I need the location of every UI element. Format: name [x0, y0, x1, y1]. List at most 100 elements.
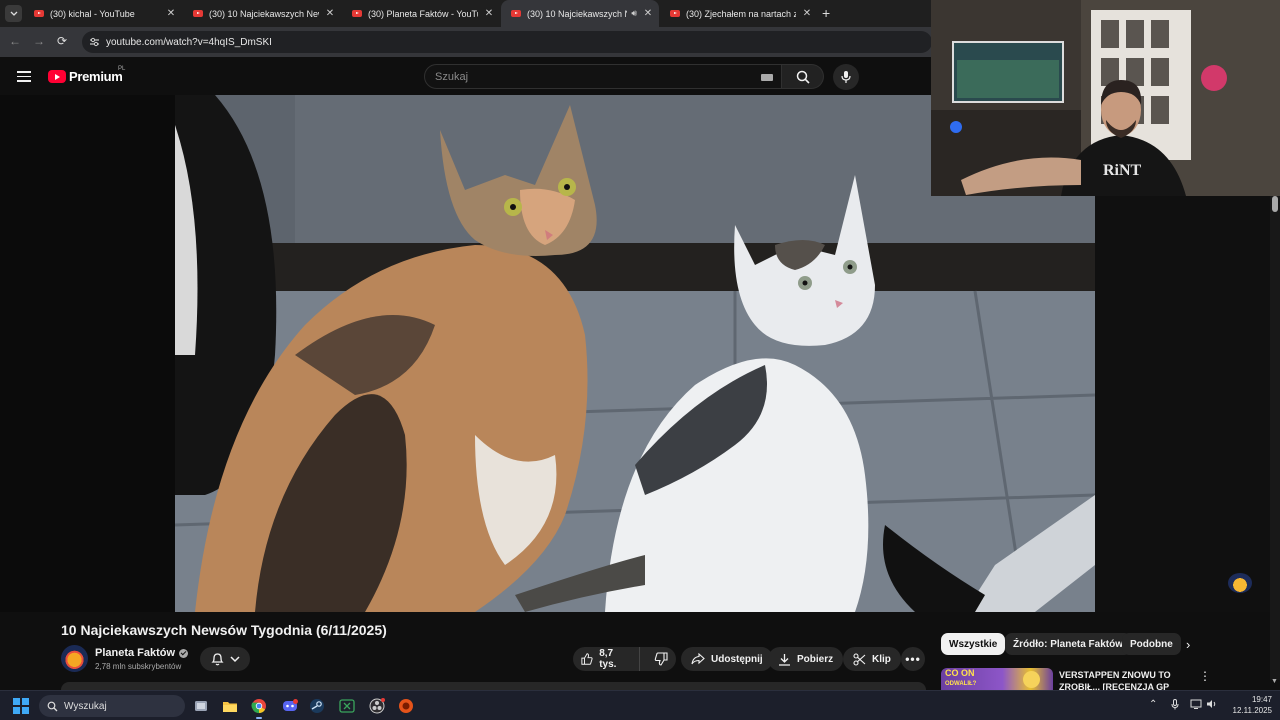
download-icon — [779, 653, 790, 666]
chip-all[interactable]: Wszystkie — [941, 633, 1006, 655]
close-tab-icon[interactable]: ✕ — [643, 8, 653, 19]
more-actions-button[interactable]: ••• — [901, 647, 925, 671]
browser-tab-title: (30) 10 Najciekawszych New — [527, 8, 627, 19]
scroll-down-arrow-icon[interactable]: ▼ — [1271, 678, 1278, 685]
verified-badge-icon — [179, 648, 189, 658]
channel-name-label[interactable]: Planeta Faktów — [95, 647, 175, 659]
share-icon — [691, 653, 705, 665]
channel-watermark-icon[interactable] — [1228, 573, 1252, 593]
browser-tab-active[interactable]: (30) 10 Najciekawszych New 🔊︎ ✕ — [501, 0, 659, 27]
channel-avatar[interactable] — [61, 645, 88, 672]
search-icon — [796, 70, 810, 84]
scissors-icon — [853, 652, 866, 666]
emoji-face-icon — [1023, 671, 1040, 688]
voice-search-button[interactable] — [833, 64, 859, 90]
volume-icon[interactable] — [1206, 699, 1218, 712]
browser-tab[interactable]: (30) Planeta Faktów - YouTube ✕ — [342, 0, 500, 27]
notification-settings-button[interactable] — [200, 647, 250, 671]
recommendation-title[interactable]: VERSTAPPEN ZNOWU TO ZROBIŁ... [RECENZJA … — [1059, 669, 1194, 690]
menu-icon[interactable] — [17, 71, 31, 82]
task-view-icon[interactable] — [191, 696, 211, 716]
thumbnail-caption-line-2: ODWALIŁ? — [945, 681, 977, 687]
like-button[interactable]: 8,7 tys. — [573, 647, 640, 671]
chevron-down-icon — [10, 11, 17, 16]
close-tab-icon[interactable]: ✕ — [325, 8, 335, 19]
chevron-down-icon — [229, 655, 240, 662]
close-tab-icon[interactable]: ✕ — [166, 8, 176, 19]
browser-tab-title: (30) kichal - YouTube — [50, 8, 135, 19]
youtube-favicon-icon — [670, 10, 680, 17]
subscriber-count: 2,78 mln subskrybentów — [95, 662, 182, 671]
system-clock[interactable]: 19:47 12.11.2025 — [1222, 694, 1272, 716]
thumbs-up-icon — [581, 653, 593, 665]
discord-icon[interactable] — [280, 696, 300, 716]
video-title: 10 Najciekawszych Newsów Tygodnia (6/11/… — [61, 622, 387, 638]
page-scrollbar[interactable] — [1270, 196, 1280, 680]
like-dislike-group: 8,7 tys. — [573, 647, 676, 671]
file-explorer-icon[interactable] — [220, 696, 240, 716]
address-bar[interactable]: youtube.com/watch?v=4hqIS_DmSKI — [82, 31, 932, 53]
thumbnail-caption: CO ON ODWALIŁ? — [945, 669, 976, 689]
logo-text: Premium — [69, 69, 123, 84]
browser-tab[interactable]: (30) kichal - YouTube ✕ — [24, 0, 182, 27]
microphone-icon — [841, 71, 851, 83]
recommendation-thumbnail[interactable]: CO ON ODWALIŁ? — [941, 668, 1053, 690]
search-button[interactable] — [782, 64, 824, 89]
webcam-scene: RiNT — [931, 0, 1280, 196]
clip-label: Klip — [872, 653, 891, 665]
youtube-premium-logo[interactable]: Premium PL — [48, 66, 125, 84]
browser-tab-title: (30) Planeta Faktów - YouTube — [368, 8, 478, 19]
description-box[interactable] — [61, 682, 926, 690]
browser-tab-title: (30) 10 Najciekawszych Newsów — [209, 8, 319, 19]
microphone-tray-icon[interactable] — [1171, 699, 1179, 713]
share-button[interactable]: Udostępnij — [681, 647, 773, 671]
screen: (30) kichal - YouTube ✕ (30) 10 Najcieka… — [0, 0, 1280, 720]
chevron-right-icon[interactable]: › — [1186, 637, 1190, 652]
browser-tab[interactable]: (30) Zjechałem na nartach z Mo ✕ — [660, 0, 818, 27]
new-tab-button[interactable]: + — [822, 5, 830, 21]
back-arrow-icon[interactable]: ← — [9, 34, 21, 48]
game-app-icon[interactable] — [396, 696, 416, 716]
search-icon — [47, 701, 58, 711]
chip-from-channel[interactable]: Źródło: Planeta Faktów — [1005, 633, 1132, 655]
more-vertical-icon[interactable]: ⋮ — [1199, 669, 1211, 683]
chrome-icon[interactable] — [249, 696, 269, 719]
windows-start-icon[interactable] — [13, 698, 29, 714]
tab-search-button[interactable] — [5, 5, 22, 22]
dislike-button[interactable] — [646, 647, 676, 671]
svg-text:RiNT: RiNT — [1103, 162, 1142, 179]
streamer-webcam: RiNT — [931, 0, 1280, 196]
steam-icon[interactable] — [307, 696, 327, 716]
scrollbar-thumb[interactable] — [1272, 196, 1278, 212]
browser-tab-title: (30) Zjechałem na nartach z Mo — [686, 8, 796, 19]
player-letterbox-left — [0, 95, 175, 612]
address-url[interactable]: youtube.com/watch?v=4hqIS_DmSKI — [106, 37, 272, 48]
network-icon[interactable] — [1190, 699, 1202, 712]
thumbnail-caption-line-1: CO ON — [945, 668, 975, 678]
obs-icon[interactable] — [367, 696, 387, 716]
taskbar-search[interactable]: Wyszukaj — [39, 695, 185, 717]
xbox-app-icon[interactable] — [337, 696, 357, 716]
search-input[interactable] — [435, 70, 745, 83]
speaker-icon[interactable]: 🔊︎ — [631, 8, 637, 19]
browser-tab[interactable]: (30) 10 Najciekawszych Newsów ✕ — [183, 0, 341, 27]
close-tab-icon[interactable]: ✕ — [802, 8, 812, 19]
bell-icon — [210, 653, 224, 666]
download-button[interactable]: Pobierz — [768, 647, 844, 671]
download-label: Pobierz — [797, 653, 834, 665]
keyboard-icon[interactable] — [761, 74, 773, 81]
forward-arrow-icon[interactable]: → — [33, 34, 45, 48]
thumbs-down-icon — [654, 652, 668, 666]
chip-related[interactable]: Podobne — [1122, 633, 1181, 655]
share-label: Udostępnij — [711, 653, 763, 665]
reload-icon[interactable]: ⟳ — [57, 34, 67, 48]
site-settings-icon[interactable] — [88, 36, 100, 48]
like-count: 8,7 tys. — [599, 648, 617, 670]
youtube-logo-icon — [48, 70, 66, 83]
clip-button[interactable]: Klip — [843, 647, 901, 671]
show-hidden-icons-chevron-icon[interactable]: ⌃ — [1149, 699, 1157, 710]
channel-name[interactable]: Planeta Faktów — [95, 647, 189, 659]
youtube-favicon-icon — [34, 10, 44, 17]
close-tab-icon[interactable]: ✕ — [484, 8, 494, 19]
youtube-favicon-icon — [352, 10, 362, 17]
